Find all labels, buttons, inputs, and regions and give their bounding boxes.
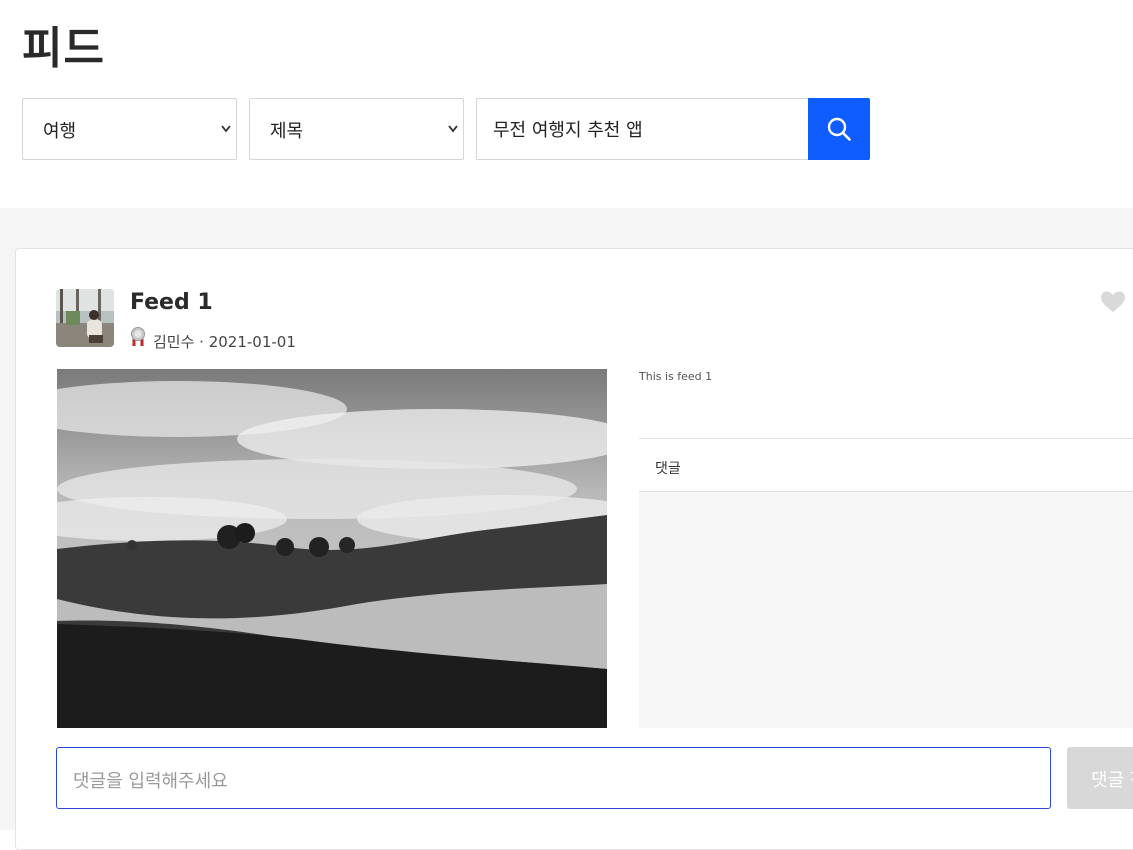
feed-author-date: 김민수 · 2021-01-01 bbox=[153, 333, 296, 351]
search-icon bbox=[827, 117, 851, 141]
comments-header-label: 댓글 bbox=[655, 461, 681, 477]
search-button[interactable] bbox=[808, 98, 870, 160]
heart-icon[interactable] bbox=[1100, 290, 1126, 314]
feed-image bbox=[7, 369, 657, 728]
category-select[interactable]: 여행 bbox=[22, 98, 237, 160]
search-field-select-value: 제목 bbox=[270, 121, 304, 142]
search-input-value: 무전 여행지 추천 앱 bbox=[493, 120, 643, 141]
comments-list[interactable] bbox=[639, 492, 1133, 728]
search-input[interactable]: 무전 여행지 추천 앱 bbox=[476, 98, 810, 160]
chevron-down-icon bbox=[448, 125, 458, 133]
avatar[interactable] bbox=[56, 289, 114, 347]
comment-input-placeholder: 댓글을 입력해주세요 bbox=[73, 771, 228, 792]
feed-title[interactable]: Feed 1 bbox=[130, 290, 213, 315]
comment-submit-label: 댓글 작성 bbox=[1091, 770, 1133, 791]
feed-description: This is feed 1 bbox=[639, 370, 713, 383]
comment-input[interactable]: 댓글을 입력해주세요 bbox=[56, 747, 1051, 809]
medal-icon bbox=[131, 327, 145, 346]
page-title: 피드 bbox=[22, 23, 105, 74]
search-field-select[interactable]: 제목 bbox=[249, 98, 464, 160]
category-select-value: 여행 bbox=[43, 121, 77, 142]
comment-submit-button[interactable]: 댓글 작성 bbox=[1067, 747, 1133, 809]
chevron-down-icon bbox=[221, 125, 231, 133]
comments-header: 댓글 bbox=[639, 439, 1133, 491]
